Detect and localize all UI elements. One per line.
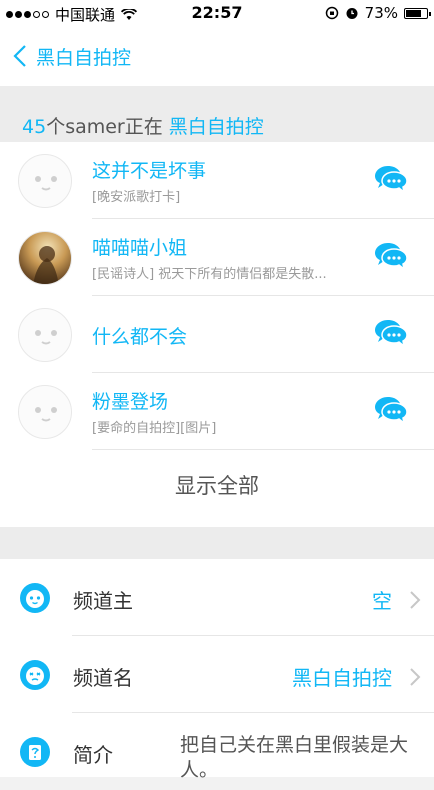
chat-bubble-icon[interactable]	[374, 395, 408, 425]
section-divider	[0, 527, 434, 559]
list-item[interactable]: 什么都不会	[0, 296, 434, 373]
member-list: 这并不是坏事 [晚安派歌打卡] 喵喵喵小姐 [民谣诗人] 祝天下所有的情侣都是失…	[0, 142, 434, 527]
members-count-text: 个samer正在	[46, 116, 163, 138]
intro-label: 简介	[73, 743, 113, 767]
channel-info-list: 频道主 空 频道名 黑白自拍控 简介 把自己关在黑白里假装是大人。	[0, 559, 434, 781]
member-name[interactable]: 粉墨登场	[92, 387, 168, 414]
battery-icon	[404, 7, 431, 19]
back-chevron-icon[interactable]	[10, 41, 30, 71]
battery-percent: 73%	[364, 4, 398, 22]
chevron-right-icon	[410, 668, 421, 686]
member-name[interactable]: 什么都不会	[92, 322, 187, 349]
status-bar: 中国联通 22:57 73%	[0, 0, 434, 26]
member-count: 45	[22, 116, 47, 138]
show-all-button[interactable]: 显示全部	[0, 470, 434, 500]
list-item[interactable]: 喵喵喵小姐 [民谣诗人] 祝天下所有的情侣都是失散...	[0, 219, 434, 296]
channel-name-row[interactable]: 频道名 黑白自拍控	[0, 636, 434, 713]
channel-name-label: 频道名	[73, 666, 133, 690]
owner-face-icon	[20, 583, 50, 613]
avatar-default-face[interactable]	[18, 154, 72, 208]
chevron-right-icon	[410, 591, 421, 609]
list-item[interactable]: 粉墨登场 [要命的自拍控][图片]	[0, 373, 434, 450]
avatar-photo[interactable]	[18, 231, 72, 285]
members-count-line: 45个samer正在 黑白自拍控	[22, 112, 264, 139]
rotation-lock-icon	[325, 6, 338, 20]
chat-bubble-icon[interactable]	[374, 164, 408, 194]
alarm-icon	[346, 8, 358, 19]
channel-owner-row[interactable]: 频道主 空	[0, 559, 434, 636]
channel-link[interactable]: 黑白自拍控	[169, 116, 264, 138]
member-name[interactable]: 这并不是坏事	[92, 156, 206, 183]
intro-text: 把自己关在黑白里假装是大人。	[180, 734, 409, 781]
member-status: [要命的自拍控][图片]	[92, 421, 217, 436]
avatar-default-face[interactable]	[18, 308, 72, 362]
member-status: [民谣诗人] 祝天下所有的情侣都是失散...	[92, 267, 327, 282]
list-item[interactable]: 这并不是坏事 [晚安派歌打卡]	[0, 142, 434, 219]
navigation-bar: 黑白自拍控	[0, 26, 434, 86]
chat-bubble-icon[interactable]	[374, 318, 408, 348]
avatar-default-face[interactable]	[18, 385, 72, 439]
chat-bubble-icon[interactable]	[374, 241, 408, 271]
member-status: [晚安派歌打卡]	[92, 190, 181, 205]
channel-name-value: 黑白自拍控	[292, 666, 392, 690]
back-button-label[interactable]: 黑白自拍控	[36, 43, 131, 70]
channel-name-icon	[20, 660, 50, 690]
intro-book-icon	[20, 737, 50, 767]
member-name[interactable]: 喵喵喵小姐	[92, 233, 187, 260]
owner-label: 频道主	[73, 589, 133, 613]
owner-value: 空	[372, 589, 392, 613]
